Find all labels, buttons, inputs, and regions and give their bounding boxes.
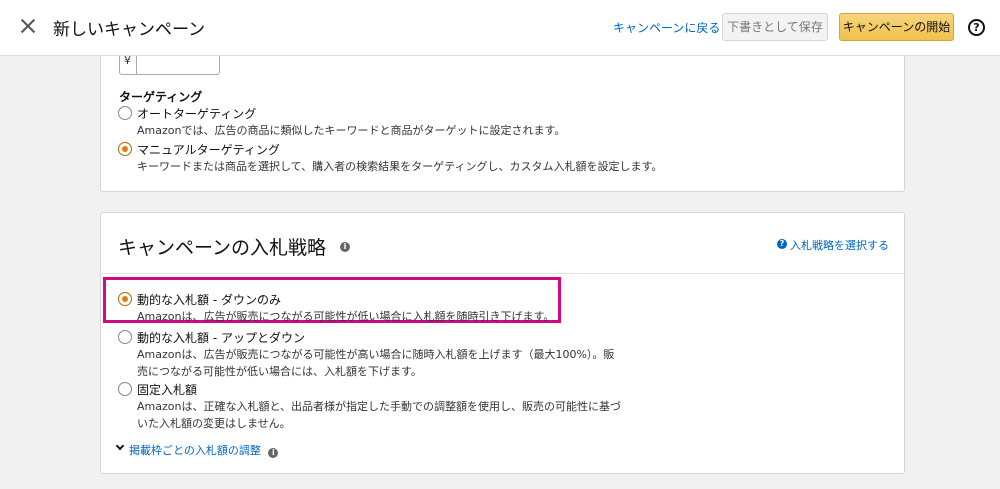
placement-bid-adjustment-toggle[interactable]: 掲載枠ごとの入札額の調整 i [115,441,279,458]
dynamic-up-down-desc-line2: 売につながる可能性が低い場合には、入札額を下げます。 [137,365,422,378]
dynamic-up-down-radio[interactable] [118,330,132,344]
dynamic-down-only-label[interactable]: 動的な入札額 - ダウンのみ [137,291,281,308]
auto-targeting-label[interactable]: オートターゲティング [137,105,256,122]
manual-targeting-desc: キーワードまたは商品を選択して、購入者の検索結果をターゲティングし、カスタム入札… [137,160,663,173]
start-campaign-button[interactable]: キャンペーンの開始 [839,13,954,41]
auto-targeting-radio[interactable] [118,106,132,120]
dynamic-up-down-desc-line1: Amazonは、広告が販売につながる可能性が高い場合に随時入札額を上げます（最大… [137,348,615,361]
chevron-down-icon [115,441,125,451]
divider [101,273,904,274]
bidding-strategy-panel: キャンペーンの入札戦略 i ? 入札戦略を選択する 動的な入札額 - ダウンのみ… [100,212,905,474]
choose-bidding-strategy-label[interactable]: 入札戦略を選択する [790,239,889,252]
page-title: 新しいキャンペーン [53,20,206,40]
info-icon[interactable]: i [340,242,350,252]
fixed-bid-desc-line1: Amazonは、正確な入札額と、出品者様が指定した手動での調整額を使用し、販売の… [137,400,622,413]
back-to-campaigns-link[interactable]: キャンペーンに戻る [613,19,720,36]
dynamic-down-only-radio[interactable] [118,292,132,306]
settings-panel: ¥ ターゲティング オートターゲティング Amazonでは、広告の商品に類似した… [100,54,905,192]
help-icon[interactable]: ? [968,19,985,36]
question-icon: ? [777,239,787,249]
choose-bidding-strategy-link[interactable]: ? 入札戦略を選択する [777,237,889,253]
close-icon[interactable] [18,16,38,36]
fixed-bid-radio[interactable] [118,382,132,396]
currency-symbol: ¥ [124,54,131,67]
budget-input[interactable]: ¥ [119,54,220,75]
fixed-bid-label[interactable]: 固定入札額 [137,381,197,398]
placement-bid-adjustment-label[interactable]: 掲載枠ごとの入札額の調整 [129,444,261,457]
manual-targeting-radio[interactable] [118,142,132,156]
targeting-label: ターゲティング [119,90,203,104]
divider [136,56,137,74]
top-header: 新しいキャンペーン キャンペーンに戻る 下書きとして保存 キャンペーンの開始 ? [0,0,1000,56]
bidding-strategy-title: キャンペーンの入札戦略 [118,237,327,259]
fixed-bid-desc-line2: いた入札額の変更はしません。 [137,417,291,430]
dynamic-down-only-desc: Amazonは、広告が販売につながる可能性が低い場合に入札額を随時引き下げます。 [137,310,555,323]
info-icon[interactable]: i [268,448,279,458]
auto-targeting-desc: Amazonでは、広告の商品に類似したキーワードと商品がターゲットに設定されます… [137,124,566,137]
manual-targeting-label[interactable]: マニュアルターゲティング [137,141,280,158]
save-draft-button[interactable]: 下書きとして保存 [722,13,828,41]
dynamic-up-down-label[interactable]: 動的な入札額 - アップとダウン [137,329,305,346]
